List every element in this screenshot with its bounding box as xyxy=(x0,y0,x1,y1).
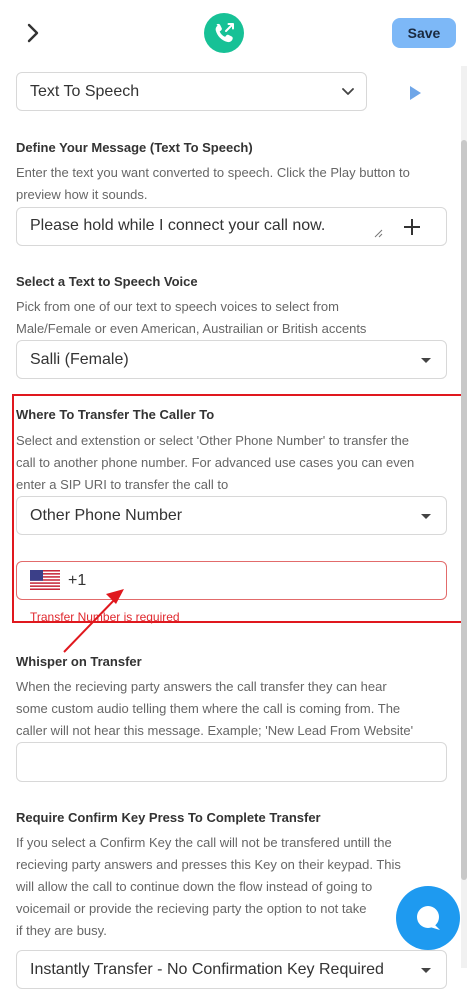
voice-select[interactable]: Salli (Female) xyxy=(16,340,447,379)
message-heading: Define Your Message (Text To Speech) xyxy=(16,140,253,155)
speech-type-select[interactable]: Text To Speech xyxy=(16,72,367,111)
whisper-desc-line-2: some custom audio telling them where the… xyxy=(16,701,401,716)
dial-code: +1 xyxy=(68,572,87,589)
transfer-desc-line-3: enter a SIP URI to transfer the call to xyxy=(16,477,229,492)
transfer-value: Other Phone Number xyxy=(30,507,183,524)
play-icon[interactable] xyxy=(410,86,421,100)
caret-down-icon xyxy=(421,358,431,363)
resize-handle-icon[interactable] xyxy=(373,228,383,238)
chevron-right-icon[interactable] xyxy=(22,20,44,46)
chevron-down-icon xyxy=(342,88,354,95)
caret-down-icon xyxy=(421,968,431,973)
transfer-error: Transfer Number is required xyxy=(30,610,180,624)
confirm-desc-line-1: If you select a Confirm Key the call wil… xyxy=(16,835,392,850)
voice-desc-line-1: Pick from one of our text to speech voic… xyxy=(16,299,339,314)
whisper-input[interactable] xyxy=(16,742,447,782)
caret-down-icon xyxy=(421,514,431,519)
whisper-desc-line-1: When the recieving party answers the cal… xyxy=(16,679,387,694)
speech-type-value: Text To Speech xyxy=(30,83,140,100)
save-button[interactable]: Save xyxy=(392,18,456,48)
top-bar: Save xyxy=(0,0,467,66)
message-textarea[interactable]: Please hold while I connect your call no… xyxy=(16,207,447,246)
confirm-desc-line-4: voicemail or provide the recieving party… xyxy=(16,901,367,916)
phone-number-input[interactable]: +1 xyxy=(16,561,447,600)
message-desc-line-1: Enter the text you want converted to spe… xyxy=(16,165,410,180)
voice-desc-line-2: Male/Female or even American, Austrailia… xyxy=(16,321,367,336)
app-logo xyxy=(204,13,244,53)
transfer-heading: Where To Transfer The Caller To xyxy=(16,407,215,422)
voice-value: Salli (Female) xyxy=(30,351,129,368)
whisper-desc-line-3: caller will not hear this message. Examp… xyxy=(16,723,414,738)
voice-heading: Select a Text to Speech Voice xyxy=(16,274,198,289)
confirm-desc-line-3: will allow the call to continue down the… xyxy=(16,879,373,894)
us-flag-icon[interactable] xyxy=(30,570,60,590)
confirm-desc-line-5: if they are busy. xyxy=(16,923,107,938)
chat-bubble-icon xyxy=(417,906,440,930)
phone-transfer-icon xyxy=(215,23,234,43)
confirm-heading: Require Confirm Key Press To Complete Tr… xyxy=(16,810,321,825)
transfer-desc-line-2: call to another phone number. For advanc… xyxy=(16,455,415,470)
message-text: Please hold while I connect your call no… xyxy=(30,217,326,234)
confirm-value: Instantly Transfer - No Confirmation Key… xyxy=(30,961,384,978)
confirm-desc-line-2: recieving party answers and presses this… xyxy=(16,857,401,872)
scrollbar-thumb[interactable] xyxy=(461,140,467,880)
message-desc-line-2: preview how it sounds. xyxy=(16,187,148,202)
plus-icon[interactable] xyxy=(403,218,421,236)
confirm-select[interactable]: Instantly Transfer - No Confirmation Key… xyxy=(16,950,447,989)
whisper-heading: Whisper on Transfer xyxy=(16,654,142,669)
transfer-desc-line-1: Select and extenstion or select 'Other P… xyxy=(16,433,410,448)
chat-widget-button[interactable] xyxy=(396,886,460,950)
transfer-select[interactable]: Other Phone Number xyxy=(16,496,447,535)
